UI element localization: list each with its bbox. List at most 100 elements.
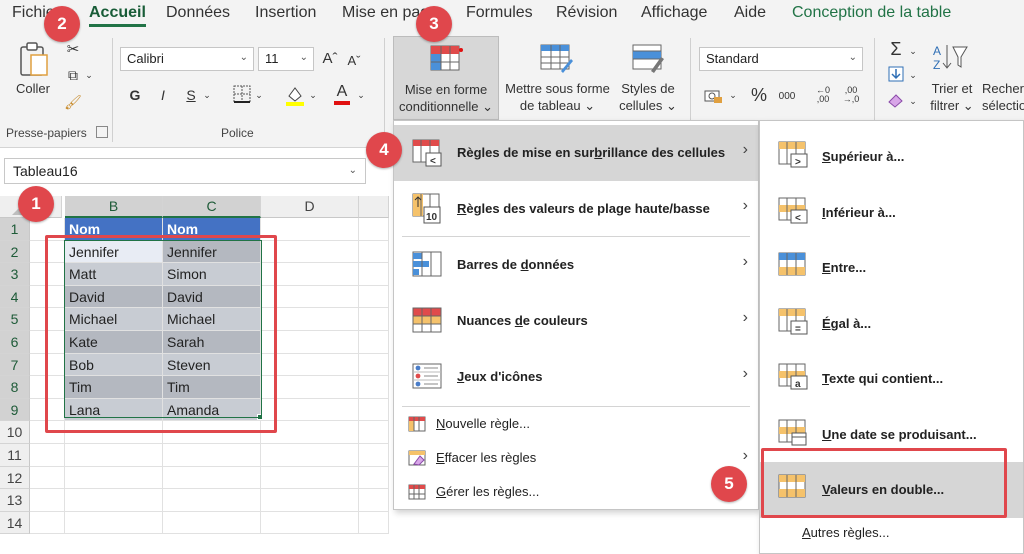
cell[interactable] <box>359 511 389 535</box>
tab-table-design[interactable]: Conception de la table <box>792 4 951 22</box>
row-header[interactable]: 3 <box>0 263 30 286</box>
table-cell[interactable] <box>163 444 261 467</box>
dialog-launcher-icon[interactable] <box>96 126 108 138</box>
row-header[interactable]: 4 <box>0 285 30 309</box>
table-cell[interactable] <box>65 444 163 467</box>
sort-filter-icon[interactable]: AZ <box>930 40 970 74</box>
cell[interactable] <box>359 489 389 512</box>
chevron-down-icon[interactable]: ⌄ <box>908 68 918 82</box>
cell[interactable] <box>359 240 389 264</box>
row-header[interactable]: 1 <box>0 218 30 241</box>
accounting-format-icon[interactable] <box>704 86 724 106</box>
cell-styles-label-2[interactable]: cellules ⌄ <box>616 97 680 114</box>
cell[interactable] <box>359 285 389 309</box>
row-header[interactable]: 12 <box>0 466 30 490</box>
format-table-label-1[interactable]: Mettre sous forme <box>500 80 615 97</box>
tab-view[interactable]: Affichage <box>641 4 707 22</box>
font-size-combo[interactable]: 11 ⌄ <box>258 47 314 71</box>
table-cell[interactable] <box>65 489 163 512</box>
menu-item-color-scales[interactable]: Nuances de couleurs › <box>394 293 758 349</box>
cell-styles-icon[interactable] <box>630 42 666 74</box>
menu-item-more-rules[interactable]: Autres règles... <box>760 519 1023 549</box>
cell[interactable] <box>359 308 389 331</box>
autosum-icon[interactable]: Σ <box>886 38 906 60</box>
paste-label[interactable]: Coller <box>12 80 54 97</box>
column-header-b[interactable]: B <box>65 196 163 218</box>
cell[interactable] <box>359 444 389 467</box>
cell[interactable] <box>359 466 389 490</box>
find-select-label-1[interactable]: Recher <box>982 80 1024 97</box>
cell[interactable] <box>359 263 389 286</box>
row-header[interactable]: 7 <box>0 353 30 377</box>
cell[interactable] <box>359 331 389 354</box>
cell[interactable] <box>30 489 65 512</box>
chevron-down-icon[interactable]: ⌄ <box>202 88 212 102</box>
comma-style-button[interactable]: 000 <box>776 86 798 106</box>
chevron-down-icon[interactable]: ⌄ <box>308 88 318 102</box>
cell[interactable] <box>30 444 65 467</box>
table-cell[interactable] <box>163 489 261 512</box>
grow-font-icon[interactable]: Aˆ <box>320 48 340 68</box>
column-header-c[interactable]: C <box>163 196 261 218</box>
bold-button[interactable]: G <box>126 86 144 104</box>
borders-icon[interactable] <box>232 84 252 104</box>
conditional-formatting-button[interactable]: Mise en forme conditionnelle ⌄ <box>393 36 499 120</box>
chevron-down-icon[interactable]: ⌄ <box>728 88 738 102</box>
cell[interactable] <box>261 466 359 490</box>
cell[interactable] <box>359 376 389 399</box>
row-header[interactable]: 10 <box>0 421 30 444</box>
tab-data[interactable]: Données <box>166 4 230 22</box>
row-header[interactable]: 2 <box>0 240 30 264</box>
cell[interactable] <box>30 511 65 535</box>
italic-button[interactable]: I <box>154 86 172 104</box>
number-format-combo[interactable]: Standard ⌄ <box>699 47 863 71</box>
menu-item-manage-rules[interactable]: Gérer les règles... <box>394 475 758 509</box>
column-header-d[interactable]: D <box>261 196 359 218</box>
tab-help[interactable]: Aide <box>734 4 766 22</box>
sort-filter-label-2[interactable]: filtrer ⌄ <box>924 97 980 114</box>
row-header[interactable]: 6 <box>0 331 30 354</box>
row-header[interactable]: 8 <box>0 376 30 399</box>
cell[interactable] <box>261 444 359 467</box>
menu-item-new-rule[interactable]: Nouvelle règle... <box>394 407 758 441</box>
submenu-item-text-contains[interactable]: a Texte qui contient... <box>760 351 1023 407</box>
menu-item-highlight-cells-rules[interactable]: < Règles de mise en surbrillance des cel… <box>394 125 758 181</box>
row-header[interactable]: 14 <box>0 511 30 535</box>
submenu-item-less-than[interactable]: < Inférieur à... <box>760 185 1023 241</box>
cell[interactable] <box>359 218 389 241</box>
cell[interactable] <box>261 489 359 512</box>
tab-home[interactable]: Accueil <box>89 4 146 27</box>
chevron-down-icon[interactable]: ⌄ <box>254 88 264 102</box>
row-header[interactable]: 5 <box>0 308 30 331</box>
name-box[interactable]: Tableau16 ⌄ <box>4 158 366 184</box>
menu-item-icon-sets[interactable]: Jeux d'icônes › <box>394 349 758 405</box>
chevron-down-icon[interactable]: ⌄ <box>908 94 918 108</box>
table-cell[interactable] <box>65 466 163 490</box>
chevron-down-icon[interactable]: ⌄ <box>84 68 94 82</box>
percent-style-button[interactable]: % <box>748 84 770 106</box>
menu-item-top-bottom-rules[interactable]: 10 Règles des valeurs de plage haute/bas… <box>394 181 758 237</box>
format-painter-icon[interactable]: 🖌 <box>64 93 82 111</box>
cell[interactable] <box>261 511 359 535</box>
fill-icon[interactable] <box>886 64 906 84</box>
row-header[interactable]: 13 <box>0 489 30 512</box>
fill-color-icon[interactable] <box>284 84 306 106</box>
format-table-label-2[interactable]: de tableau ⌄ <box>500 97 615 114</box>
cell[interactable] <box>359 398 389 422</box>
paste-icon[interactable] <box>16 40 52 80</box>
font-color-icon[interactable]: A <box>332 82 352 106</box>
copy-icon[interactable]: ⧉ <box>64 66 82 84</box>
cut-icon[interactable]: ✂ <box>64 40 82 58</box>
underline-button[interactable]: S <box>182 86 200 104</box>
row-header[interactable]: 9 <box>0 398 30 422</box>
menu-item-clear-rules[interactable]: Effacer les règles › <box>394 441 758 475</box>
row-header[interactable]: 11 <box>0 444 30 467</box>
table-cell[interactable] <box>163 466 261 490</box>
submenu-item-greater-than[interactable]: > Supérieur à... <box>760 129 1023 185</box>
tab-formulas[interactable]: Formules <box>466 4 533 22</box>
shrink-font-icon[interactable]: Aˇ <box>344 50 364 70</box>
column-header-e[interactable] <box>359 196 389 218</box>
font-name-combo[interactable]: Calibri ⌄ <box>120 47 254 71</box>
clear-icon[interactable] <box>886 90 906 110</box>
cell-styles-label-1[interactable]: Styles de <box>616 80 680 97</box>
